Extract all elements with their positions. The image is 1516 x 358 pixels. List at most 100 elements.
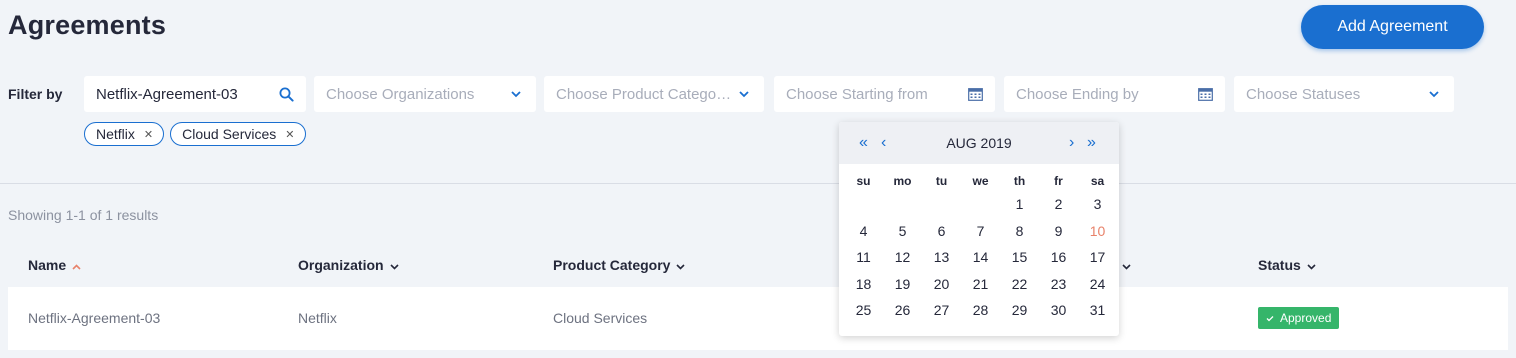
cell-product-category: Cloud Services <box>553 310 648 326</box>
column-header-product-category[interactable]: Product Category <box>553 257 686 273</box>
filter-label: Filter by <box>8 86 63 102</box>
calendar-day[interactable]: 10 <box>1078 223 1117 239</box>
chevron-down-icon <box>736 86 752 102</box>
product-category-placeholder: Choose Product Categori... <box>556 85 736 103</box>
cell-name[interactable]: Netflix-Agreement-03 <box>28 310 160 326</box>
sort-ascending-icon <box>72 257 81 273</box>
filter-chips: Netflix ✕ Cloud Services ✕ <box>84 122 306 146</box>
weekday-label: we <box>972 173 989 188</box>
weekday-label: th <box>1013 173 1026 188</box>
statuses-placeholder: Choose Statuses <box>1246 85 1361 103</box>
calendar-day[interactable]: 24 <box>1078 276 1117 292</box>
next-year-icon[interactable]: » <box>1087 135 1096 151</box>
date-picker-popup: « ‹ AUG 2019 › » su mo tu we th fr sa 1 2 3 4 5 6 7 8 9… <box>839 122 1119 336</box>
organizations-select[interactable]: Choose Organizations <box>314 76 536 112</box>
calendar-day[interactable]: 9 <box>1039 223 1078 239</box>
calendar-week-row: 11 12 13 14 15 16 17 <box>844 244 1118 271</box>
calendar-day[interactable]: 7 <box>961 223 1000 239</box>
weekday-row: su mo tu we th fr sa <box>844 170 1118 191</box>
calendar-day[interactable]: 15 <box>1000 249 1039 265</box>
status-badge: Approved <box>1258 307 1340 329</box>
calendar-icon[interactable] <box>967 86 983 102</box>
results-count: Showing 1-1 of 1 results <box>8 207 159 223</box>
page-title: Agreements <box>8 10 167 40</box>
chevron-down-icon <box>1426 86 1442 102</box>
column-header-label: Name <box>28 257 67 273</box>
cell-organization: Netflix <box>298 310 337 326</box>
calendar-day[interactable]: 26 <box>883 302 922 318</box>
chip-label: Netflix <box>96 126 135 142</box>
filter-chip[interactable]: Netflix ✕ <box>84 122 165 146</box>
calendar-week-row: 25 26 27 28 29 30 31 <box>844 297 1118 324</box>
ending-by-placeholder: Choose Ending by <box>1016 85 1139 103</box>
column-header-label: Organization <box>298 257 384 273</box>
calendar-day[interactable]: 16 <box>1039 249 1078 265</box>
calendar-day[interactable]: 11 <box>844 249 883 265</box>
weekday-label: tu <box>935 173 948 188</box>
starting-from-date-input[interactable]: Choose Starting from <box>774 76 995 112</box>
divider <box>0 183 1516 184</box>
chevron-down-icon <box>1307 257 1316 273</box>
calendar-day[interactable]: 31 <box>1078 302 1117 318</box>
check-icon <box>1266 311 1274 325</box>
statuses-select[interactable]: Choose Statuses <box>1234 76 1454 112</box>
calendar-day[interactable]: 17 <box>1078 249 1117 265</box>
calendar-day[interactable]: 4 <box>844 223 883 239</box>
close-icon[interactable]: ✕ <box>144 128 153 141</box>
column-header-label: Product Category <box>553 257 671 273</box>
calendar-day[interactable]: 23 <box>1039 276 1078 292</box>
weekday-label: mo <box>893 173 912 188</box>
weekday-label: sa <box>1090 173 1105 188</box>
calendar-day[interactable]: 3 <box>1078 196 1117 212</box>
chip-label: Cloud Services <box>182 126 277 142</box>
calendar-day[interactable]: 22 <box>1000 276 1039 292</box>
calendar-day[interactable]: 18 <box>844 276 883 292</box>
column-header-status[interactable]: Status <box>1258 257 1316 273</box>
previous-year-icon[interactable]: « <box>859 135 868 151</box>
calendar-day[interactable]: 30 <box>1039 302 1078 318</box>
calendar-day[interactable]: 19 <box>883 276 922 292</box>
calendar-day[interactable]: 6 <box>922 223 961 239</box>
calendar-month-label: AUG 2019 <box>946 135 1012 151</box>
previous-month-icon[interactable]: ‹ <box>881 135 886 151</box>
ending-by-date-input[interactable]: Choose Ending by <box>1004 76 1225 112</box>
calendar-week-row: 123 <box>844 191 1118 218</box>
search-value: Netflix-Agreement-03 <box>96 85 238 103</box>
chevron-down-icon <box>1122 257 1131 273</box>
calendar-day[interactable]: 13 <box>922 249 961 265</box>
add-agreement-button[interactable]: Add Agreement <box>1301 5 1484 49</box>
calendar-day[interactable]: 27 <box>922 302 961 318</box>
calendar-grid: su mo tu we th fr sa 1 2 3 4 5 6 7 8 9 10 11 12 13 14 15 16 17 1… <box>844 170 1118 324</box>
calendar-day[interactable]: 12 <box>883 249 922 265</box>
search-icon[interactable] <box>278 86 294 102</box>
calendar-day[interactable]: 20 <box>922 276 961 292</box>
organizations-placeholder: Choose Organizations <box>326 85 475 103</box>
calendar-day[interactable]: 28 <box>961 302 1000 318</box>
calendar-day[interactable]: 29 <box>1000 302 1039 318</box>
column-header-organization[interactable]: Organization <box>298 257 399 273</box>
chevron-down-icon <box>508 86 524 102</box>
search-input[interactable]: Netflix-Agreement-03 <box>84 76 306 112</box>
calendar-day[interactable]: 14 <box>961 249 1000 265</box>
starting-from-placeholder: Choose Starting from <box>786 85 928 103</box>
chevron-down-icon <box>676 257 686 273</box>
calendar-day[interactable]: 25 <box>844 302 883 318</box>
calendar-header: « ‹ AUG 2019 › » <box>839 122 1119 164</box>
calendar-week-row: 18 19 20 21 22 23 24 <box>844 271 1118 298</box>
weekday-label: su <box>856 173 871 188</box>
status-label: Approved <box>1280 311 1332 325</box>
calendar-day[interactable]: 8 <box>1000 223 1039 239</box>
column-header-hidden[interactable] <box>1122 257 1131 273</box>
filter-chip[interactable]: Cloud Services ✕ <box>170 122 306 146</box>
calendar-day[interactable]: 1 <box>1000 196 1039 212</box>
calendar-icon[interactable] <box>1197 86 1213 102</box>
calendar-day[interactable]: 5 <box>883 223 922 239</box>
weekday-label: fr <box>1054 173 1063 188</box>
next-month-icon[interactable]: › <box>1069 135 1074 151</box>
calendar-week-row: 4 5 6 7 8 9 10 <box>844 218 1118 245</box>
calendar-day[interactable]: 2 <box>1039 196 1078 212</box>
calendar-day[interactable]: 21 <box>961 276 1000 292</box>
close-icon[interactable]: ✕ <box>285 128 294 141</box>
column-header-name[interactable]: Name <box>28 257 81 273</box>
product-category-select[interactable]: Choose Product Categori... <box>544 76 764 112</box>
